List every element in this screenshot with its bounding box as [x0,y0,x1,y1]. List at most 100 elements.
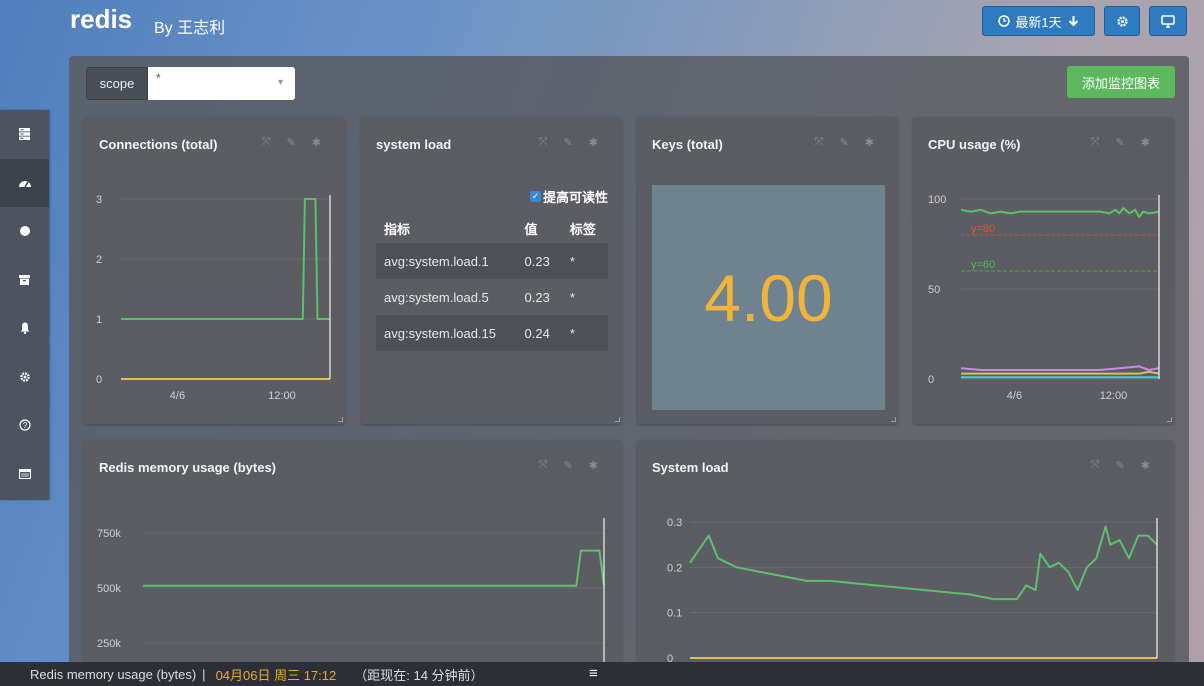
sidebar-item-help[interactable]: ? [0,401,49,450]
keys-stat-box: 4.00 [652,185,885,410]
y-tick-label: 0.2 [667,562,682,574]
y-tick-label: 100 [928,194,946,206]
edit-icon[interactable]: ✎ [564,136,573,149]
gear-icon [19,372,30,382]
metric-name: avg:system.load.15 [376,315,517,351]
help-icon: ? [18,419,31,431]
series-line [961,370,1160,375]
scope-filter: scope * ▼ [86,67,295,100]
time-range-button[interactable]: 最新1天 [982,6,1095,36]
sidebar: ? [0,110,49,500]
archive-icon [19,274,30,285]
metric-tag: * [569,289,575,305]
threshold-label: y=60 [971,259,995,271]
x-tick-label: 4/6 [1007,390,1022,402]
sidebar-item-alerts[interactable] [0,304,49,353]
scope-label: scope [86,67,148,100]
scope-select[interactable]: * ▼ [148,67,295,100]
table-row: avg:system.load.15 0.24 * [376,315,608,351]
metric-value: 0.24 [516,315,562,351]
sidebar-item-status[interactable] [0,207,49,256]
metric-tag: * [561,243,608,279]
system-load-chart: 00.10.20.3 [667,517,1158,665]
server-icon [19,128,30,141]
footer-chart-name: Redis memory usage (bytes) [30,666,197,682]
y-tick-label: 500k [97,583,121,595]
dashboard-icon [18,181,31,188]
monitor-icon [1161,14,1175,28]
arrow-down-icon [1068,16,1078,27]
y-tick-label: 250k [97,638,121,650]
panel-tools: ⤧ ✎ ✱ [539,136,598,149]
metric-tag: * [561,315,608,351]
checkbox-checked-icon[interactable]: ✓ [529,191,541,202]
metrics-table: 指标 值 标签 avg:system.load.1 0.23 * avg:sys… [376,213,608,351]
y-tick-label: 50 [928,284,940,296]
app-title: redis [70,4,133,34]
display-mode-button[interactable] [1149,6,1187,36]
readable-toggle[interactable]: ✓ 提高可读性 [529,187,608,206]
gear-icon [1116,15,1128,27]
panel-title: Keys (total) [652,137,723,152]
time-range-label: 最新1天 [1015,14,1062,30]
series-line [143,549,605,587]
column-header: 标签 [569,221,596,237]
sidebar-item-servers[interactable] [0,110,49,159]
panel-memory: Redis memory usage (bytes) ⤧ ✎ ✱ 250k 500… [84,440,622,680]
x-tick-label: 12:00 [1100,390,1128,402]
table-row: avg:system.load.1 0.23 * [376,243,608,279]
panel-keys: Keys (total) ⤧ ✎ ✱ 4.00 [637,117,898,424]
expand-icon[interactable]: ⤧ [539,136,548,149]
memory-chart: 250k 500k 750k [97,518,605,665]
x-tick-label: 12:00 [268,390,296,402]
gear-icon[interactable]: ✱ [589,136,598,149]
connections-chart: 0 1 2 3 4/6 12:00 [96,194,331,402]
resize-handle[interactable] [891,417,896,422]
scope-value: * [156,71,161,85]
window-icon [18,468,31,479]
resize-handle[interactable] [1167,417,1172,422]
y-tick-label: 3 [96,194,102,206]
add-chart-button[interactable]: 添加监控图表 [1067,66,1175,98]
y-tick-label: 0 [928,374,934,386]
settings-button[interactable] [1104,6,1140,36]
sidebar-item-archive[interactable] [0,256,49,305]
metric-name: avg:system.load.5 [384,289,489,305]
edit-icon[interactable]: ✎ [840,136,849,149]
panel-tools: ⤧ ✎ ✱ [815,136,874,149]
y-tick-label: 750k [97,528,121,540]
metric-value: 0.23 [516,243,562,279]
resize-handle[interactable] [338,417,343,422]
panel-system-load-chart: System load ⤧ ✎ ✱ 0 0.1 0.2 0.3 [637,440,1174,680]
y-tick-label: 0 [96,374,102,386]
series-line [960,207,1160,218]
cpu-chart: 0 50 100 4/6 12:00 y=80 y=60 [928,194,1160,402]
menu-icon[interactable]: ≡ [589,665,598,682]
metric-value: 0.23 [524,289,550,305]
clock-icon [998,15,1011,27]
sidebar-item-settings[interactable] [0,353,49,402]
y-tick-label: 1 [96,314,102,326]
y-tick-label: 2 [96,254,102,266]
resize-handle[interactable] [615,417,620,422]
threshold-label: y=80 [971,223,995,235]
app-author: By 王志利 [154,20,226,37]
panel-title: system load [376,137,452,152]
column-header: 值 [524,221,538,237]
caret-down-icon: ▼ [276,77,285,87]
footer-relative-time: （距现在: 14 分钟前） [354,667,484,683]
panel-system-load-table: system load ⤧ ✎ ✱ ✓ 提高可读性 指标 值 标签 avg:sy… [361,117,622,424]
sidebar-item-window[interactable] [0,450,49,499]
status-bar: Redis memory usage (bytes) | 04月06日 周三 1… [0,662,1204,686]
footer-timestamp: 04月06日 周三 17:12 [215,667,337,683]
gear-icon[interactable]: ✱ [865,136,874,149]
footer-separator: | [202,666,206,682]
panel-cpu: CPU usage (%) ⤧ ✎ ✱ 0 50 100 4/6 12:00 y=80 y=… [913,117,1174,424]
expand-icon[interactable]: ⤧ [815,136,824,149]
circle-icon [19,226,30,237]
svg-text:?: ? [22,421,27,430]
readable-label: 提高可读性 [542,190,608,205]
y-tick-label: 0.1 [667,608,682,620]
bell-icon [20,322,29,335]
sidebar-item-dashboard[interactable] [0,158,49,207]
